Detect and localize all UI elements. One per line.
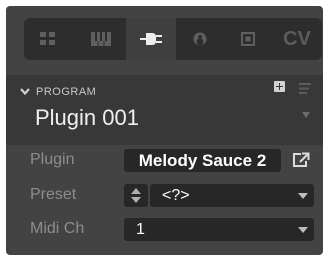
plug-icon <box>140 32 162 46</box>
tab-bar: CV <box>24 18 322 60</box>
arrow-down-icon[interactable] <box>131 197 141 203</box>
chevron-down-icon[interactable] <box>20 83 30 101</box>
cv-icon: CV <box>283 27 311 50</box>
dropdown-arrow-icon <box>298 227 308 233</box>
tab-plugin[interactable] <box>126 18 176 60</box>
preset-value: <?> <box>162 187 190 204</box>
add-program-icon[interactable] <box>274 81 285 92</box>
grid-icon <box>39 32 56 46</box>
tab-grid[interactable] <box>24 18 71 60</box>
tab-keyboard[interactable] <box>76 18 126 60</box>
keyboard-icon <box>91 32 111 46</box>
preset-stepper[interactable] <box>124 184 148 207</box>
program-section-label: PROGRAM <box>36 86 97 98</box>
preset-label: Preset <box>30 186 77 203</box>
program-dropdown-icon[interactable] <box>302 112 310 118</box>
dropdown-arrow-icon <box>298 193 308 199</box>
square-icon <box>241 32 255 46</box>
midi-channel-dropdown[interactable]: 1 <box>124 218 314 241</box>
midi-channel-label: Midi Ch <box>30 220 85 237</box>
plugin-panel: CV PROGRAM Plugin 001 Plugin Melody Sauc… <box>6 6 323 255</box>
midi-channel-value: 1 <box>136 221 145 238</box>
tab-square[interactable] <box>224 18 272 60</box>
plugin-selector[interactable]: Melody Sauce 2 <box>124 149 281 172</box>
open-external-icon[interactable] <box>292 152 310 173</box>
mood-icon <box>193 32 207 46</box>
tab-cv[interactable]: CV <box>272 18 322 60</box>
plugin-label: Plugin <box>30 151 75 168</box>
preset-dropdown[interactable]: <?> <box>150 184 314 207</box>
menu-icon[interactable] <box>299 81 311 99</box>
tab-mood[interactable] <box>176 18 224 60</box>
program-name[interactable]: Plugin 001 <box>35 105 139 131</box>
arrow-up-icon[interactable] <box>131 188 141 194</box>
